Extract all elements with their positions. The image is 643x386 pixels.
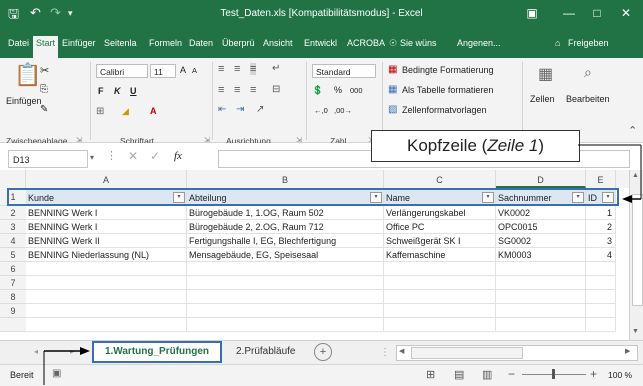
annotation-arrows — [43, 144, 642, 385]
